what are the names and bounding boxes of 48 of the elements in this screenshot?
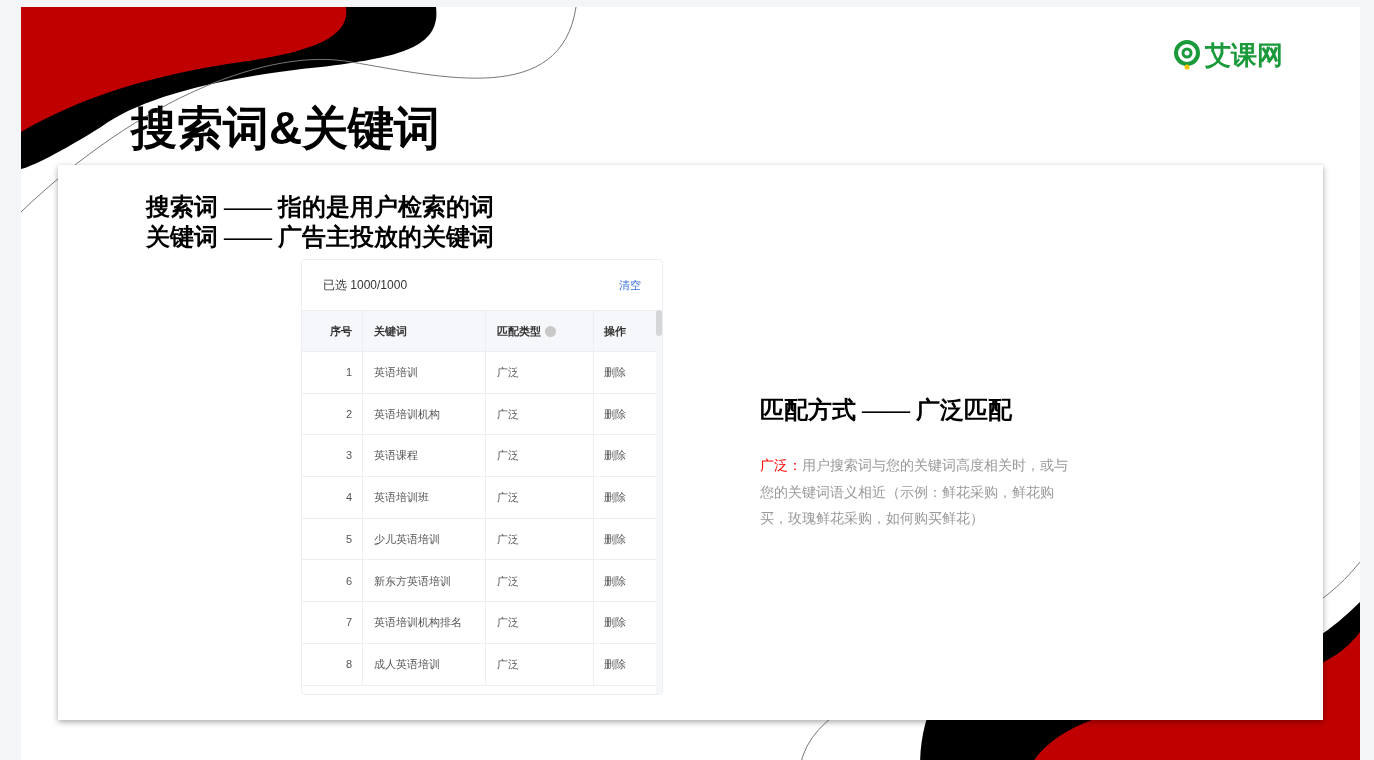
- table-cell: 6: [302, 560, 363, 602]
- table-cell: 广泛: [486, 435, 594, 477]
- section-heading: 匹配方式 —— 广泛匹配: [760, 396, 1012, 425]
- delete-link[interactable]: 删除: [604, 655, 626, 673]
- table-cell: 7: [302, 602, 363, 643]
- table-cell: 广泛: [486, 518, 594, 560]
- column-header: 关键词: [363, 311, 486, 351]
- table-cell: 英语培训机构排名: [363, 602, 486, 643]
- selected-count: 已选 1000/1000: [323, 277, 408, 294]
- table-cell: 少儿英语培训: [363, 518, 486, 560]
- delete-link[interactable]: 删除: [604, 572, 626, 590]
- table-cell: 5: [302, 518, 363, 560]
- table-cell: 8: [302, 643, 363, 685]
- table-cell: 广泛: [486, 352, 594, 393]
- delete-link[interactable]: 删除: [604, 447, 626, 464]
- column-header: 匹配类型: [497, 323, 541, 339]
- table-cell: 广泛: [486, 393, 594, 435]
- table-cell: 广泛: [486, 560, 594, 602]
- scrollbar-track[interactable]: [656, 310, 662, 694]
- delete-link[interactable]: 删除: [604, 364, 626, 381]
- table-cell: 英语培训: [363, 352, 486, 393]
- table-cell: 英语课程: [363, 435, 486, 477]
- table-cell: 广泛: [486, 477, 594, 518]
- table-cell: 1: [302, 352, 363, 393]
- delete-link[interactable]: 删除: [604, 489, 626, 506]
- delete-link[interactable]: 删除: [604, 530, 626, 548]
- help-icon[interactable]: [545, 325, 556, 337]
- slide-title: 搜索词&关键词: [131, 105, 441, 151]
- logo-icon: [1173, 40, 1201, 70]
- table-cell: 4: [302, 477, 363, 518]
- delete-link[interactable]: 删除: [604, 614, 626, 631]
- table-cell: 英语培训机构: [363, 393, 486, 435]
- table-cell: 新东方英语培训: [363, 560, 486, 602]
- table-cell: 广泛: [486, 643, 594, 685]
- scrollbar-thumb[interactable]: [656, 310, 662, 336]
- table-cell: 成人英语培训: [363, 643, 486, 685]
- table-cell: 3: [302, 435, 363, 477]
- logo-text: 艾课网: [1205, 42, 1283, 68]
- table-cell: 英语培训班: [363, 477, 486, 518]
- definition-text: 搜索词 —— 指的是用户检索的词: [146, 193, 494, 222]
- clear-link[interactable]: 清空: [619, 276, 641, 294]
- column-header: 序号: [302, 311, 363, 351]
- table-cell: 广泛: [486, 602, 594, 643]
- definition-text: 关键词 —— 广告主投放的关键词: [146, 223, 494, 252]
- column-header: 操作: [603, 323, 627, 339]
- description-text: 广泛：用户搜索词与您的关键词高度相关时，或与您的关键词语义相近（示例：鲜花采购，鲜花购买，玫瑰鲜花采购，如何购买鲜花）: [760, 456, 1069, 528]
- delete-link[interactable]: 删除: [604, 405, 626, 423]
- table-cell: 2: [302, 393, 363, 435]
